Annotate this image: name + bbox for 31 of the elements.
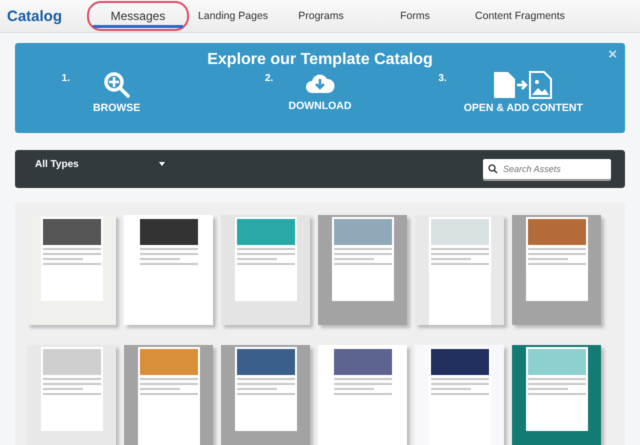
type-dropdown[interactable]: All Types bbox=[35, 158, 165, 170]
step-number: 1. bbox=[62, 73, 70, 84]
step-label: OPEN & ADD CONTENT bbox=[464, 102, 583, 114]
template-thumbnail[interactable] bbox=[221, 345, 310, 445]
tab[interactable]: Messages bbox=[87, 0, 189, 32]
template-thumbnail[interactable] bbox=[27, 345, 116, 445]
template-thumbnail[interactable] bbox=[27, 215, 116, 325]
search-field[interactable]: Search Assets bbox=[483, 159, 611, 179]
template-thumbnail[interactable] bbox=[221, 215, 310, 325]
template-thumbnail[interactable] bbox=[512, 345, 601, 445]
template-thumbnail[interactable] bbox=[415, 215, 504, 325]
step-number: 2. bbox=[264, 73, 274, 84]
template-thumbnail[interactable] bbox=[415, 345, 504, 445]
zoom-in-icon bbox=[102, 71, 131, 99]
tab[interactable]: Programs bbox=[277, 0, 365, 32]
file-to-image-icon bbox=[492, 71, 554, 99]
tab[interactable]: Forms bbox=[365, 0, 465, 32]
step-label: BROWSE bbox=[93, 102, 140, 114]
caret-icon bbox=[158, 162, 165, 166]
template-thumbnail[interactable] bbox=[512, 215, 601, 325]
tab[interactable]: Content Fragments bbox=[465, 0, 575, 32]
step-label: DOWNLOAD bbox=[288, 100, 352, 112]
template-thumbnail[interactable] bbox=[124, 215, 213, 325]
template-thumbnail[interactable] bbox=[318, 345, 407, 445]
step-number: 3. bbox=[438, 73, 447, 84]
banner-title: Explore our Template Catalog bbox=[207, 51, 433, 69]
template-thumbnail[interactable] bbox=[124, 345, 213, 445]
catalog-title: Catalog bbox=[7, 8, 64, 24]
search-icon bbox=[488, 164, 498, 174]
template-thumbnail[interactable] bbox=[318, 215, 407, 325]
tab[interactable]: Landing Pages bbox=[189, 0, 277, 32]
